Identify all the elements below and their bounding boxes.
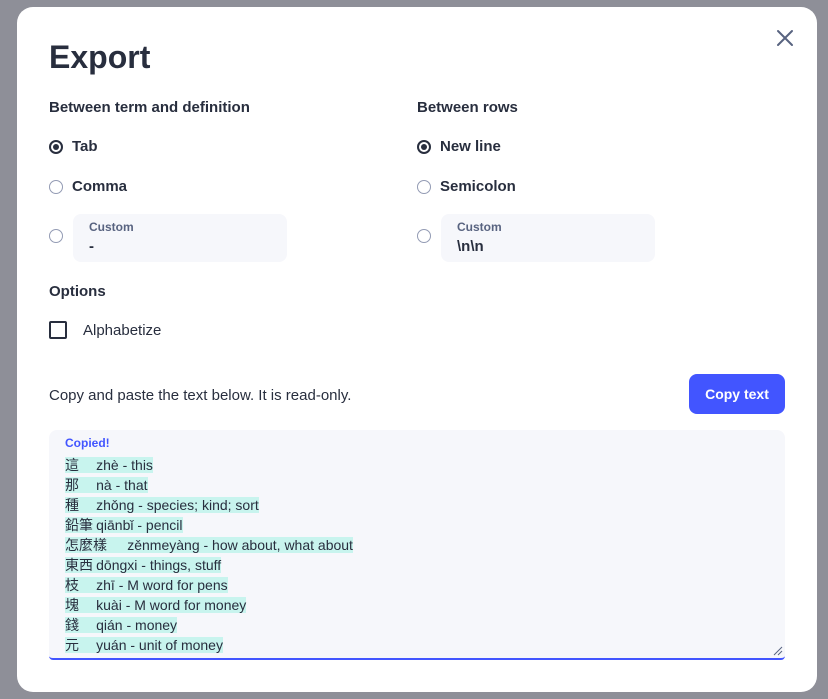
output-line: 這 zhè - this xyxy=(65,457,153,473)
radio-comma[interactable]: Comma xyxy=(49,178,127,195)
output-line: 種 zhǒng - species; kind; sort xyxy=(65,497,259,513)
dialog-title: Export xyxy=(49,39,151,75)
radio-tab-label: Tab xyxy=(72,138,98,155)
output-line: 那 nà - that xyxy=(65,477,148,493)
radio-semicolon[interactable]: Semicolon xyxy=(417,178,516,195)
output-help-text: Copy and paste the text below. It is rea… xyxy=(49,387,352,404)
radio-new-line-indicator[interactable] xyxy=(417,139,431,154)
radio-custom-term[interactable] xyxy=(49,229,72,243)
radio-custom-row[interactable] xyxy=(417,229,440,243)
custom-row-field[interactable]: Custom xyxy=(441,214,655,262)
output-line: 怎麼樣 zěnmeyàng - how about, what about xyxy=(65,537,353,553)
alphabetize-option[interactable]: Alphabetize xyxy=(49,321,161,339)
term-separator-label: Between term and definition xyxy=(49,99,250,116)
radio-custom-term-indicator[interactable] xyxy=(49,229,63,243)
export-output-lines: 這 zhè - this 那 nà - that 種 zhǒng - speci… xyxy=(65,455,769,655)
custom-row-input[interactable] xyxy=(457,238,637,255)
custom-term-input[interactable] xyxy=(89,238,269,255)
radio-new-line[interactable]: New line xyxy=(417,138,501,155)
radio-semicolon-label: Semicolon xyxy=(440,178,516,195)
radio-tab[interactable]: Tab xyxy=(49,138,98,155)
radio-semicolon-indicator[interactable] xyxy=(417,179,431,194)
row-separator-label: Between rows xyxy=(417,99,518,116)
custom-term-field-label: Custom xyxy=(89,220,134,234)
radio-new-line-label: New line xyxy=(440,138,501,155)
copy-text-button[interactable]: Copy text xyxy=(689,374,785,414)
output-line: 鉛筆 qiānbǐ - pencil xyxy=(65,517,183,533)
output-line: 錢 qián - money xyxy=(65,617,178,633)
export-output-textarea[interactable]: Copied! 這 zhè - this 那 nà - that 種 zhǒng… xyxy=(49,430,785,660)
resize-handle-icon[interactable] xyxy=(771,644,783,656)
copied-status: Copied! xyxy=(65,436,110,450)
output-line: 東西 dōngxi - things, stuff xyxy=(65,557,222,573)
output-line: 元 yuán - unit of money xyxy=(65,637,223,653)
export-dialog: Export Between term and definition Tab C… xyxy=(17,7,817,692)
radio-tab-indicator[interactable] xyxy=(49,139,63,154)
output-line: 枝 zhī - M word for pens xyxy=(65,577,228,593)
close-icon[interactable] xyxy=(774,27,796,49)
alphabetize-checkbox[interactable] xyxy=(49,321,67,339)
radio-custom-row-indicator[interactable] xyxy=(417,229,431,243)
output-line: 塊 kuài - M word for money xyxy=(65,597,247,613)
alphabetize-label: Alphabetize xyxy=(83,321,162,339)
radio-comma-indicator[interactable] xyxy=(49,179,63,194)
options-label: Options xyxy=(49,283,106,300)
custom-term-field[interactable]: Custom xyxy=(73,214,287,262)
radio-comma-label: Comma xyxy=(72,178,128,195)
custom-row-field-label: Custom xyxy=(457,220,502,234)
